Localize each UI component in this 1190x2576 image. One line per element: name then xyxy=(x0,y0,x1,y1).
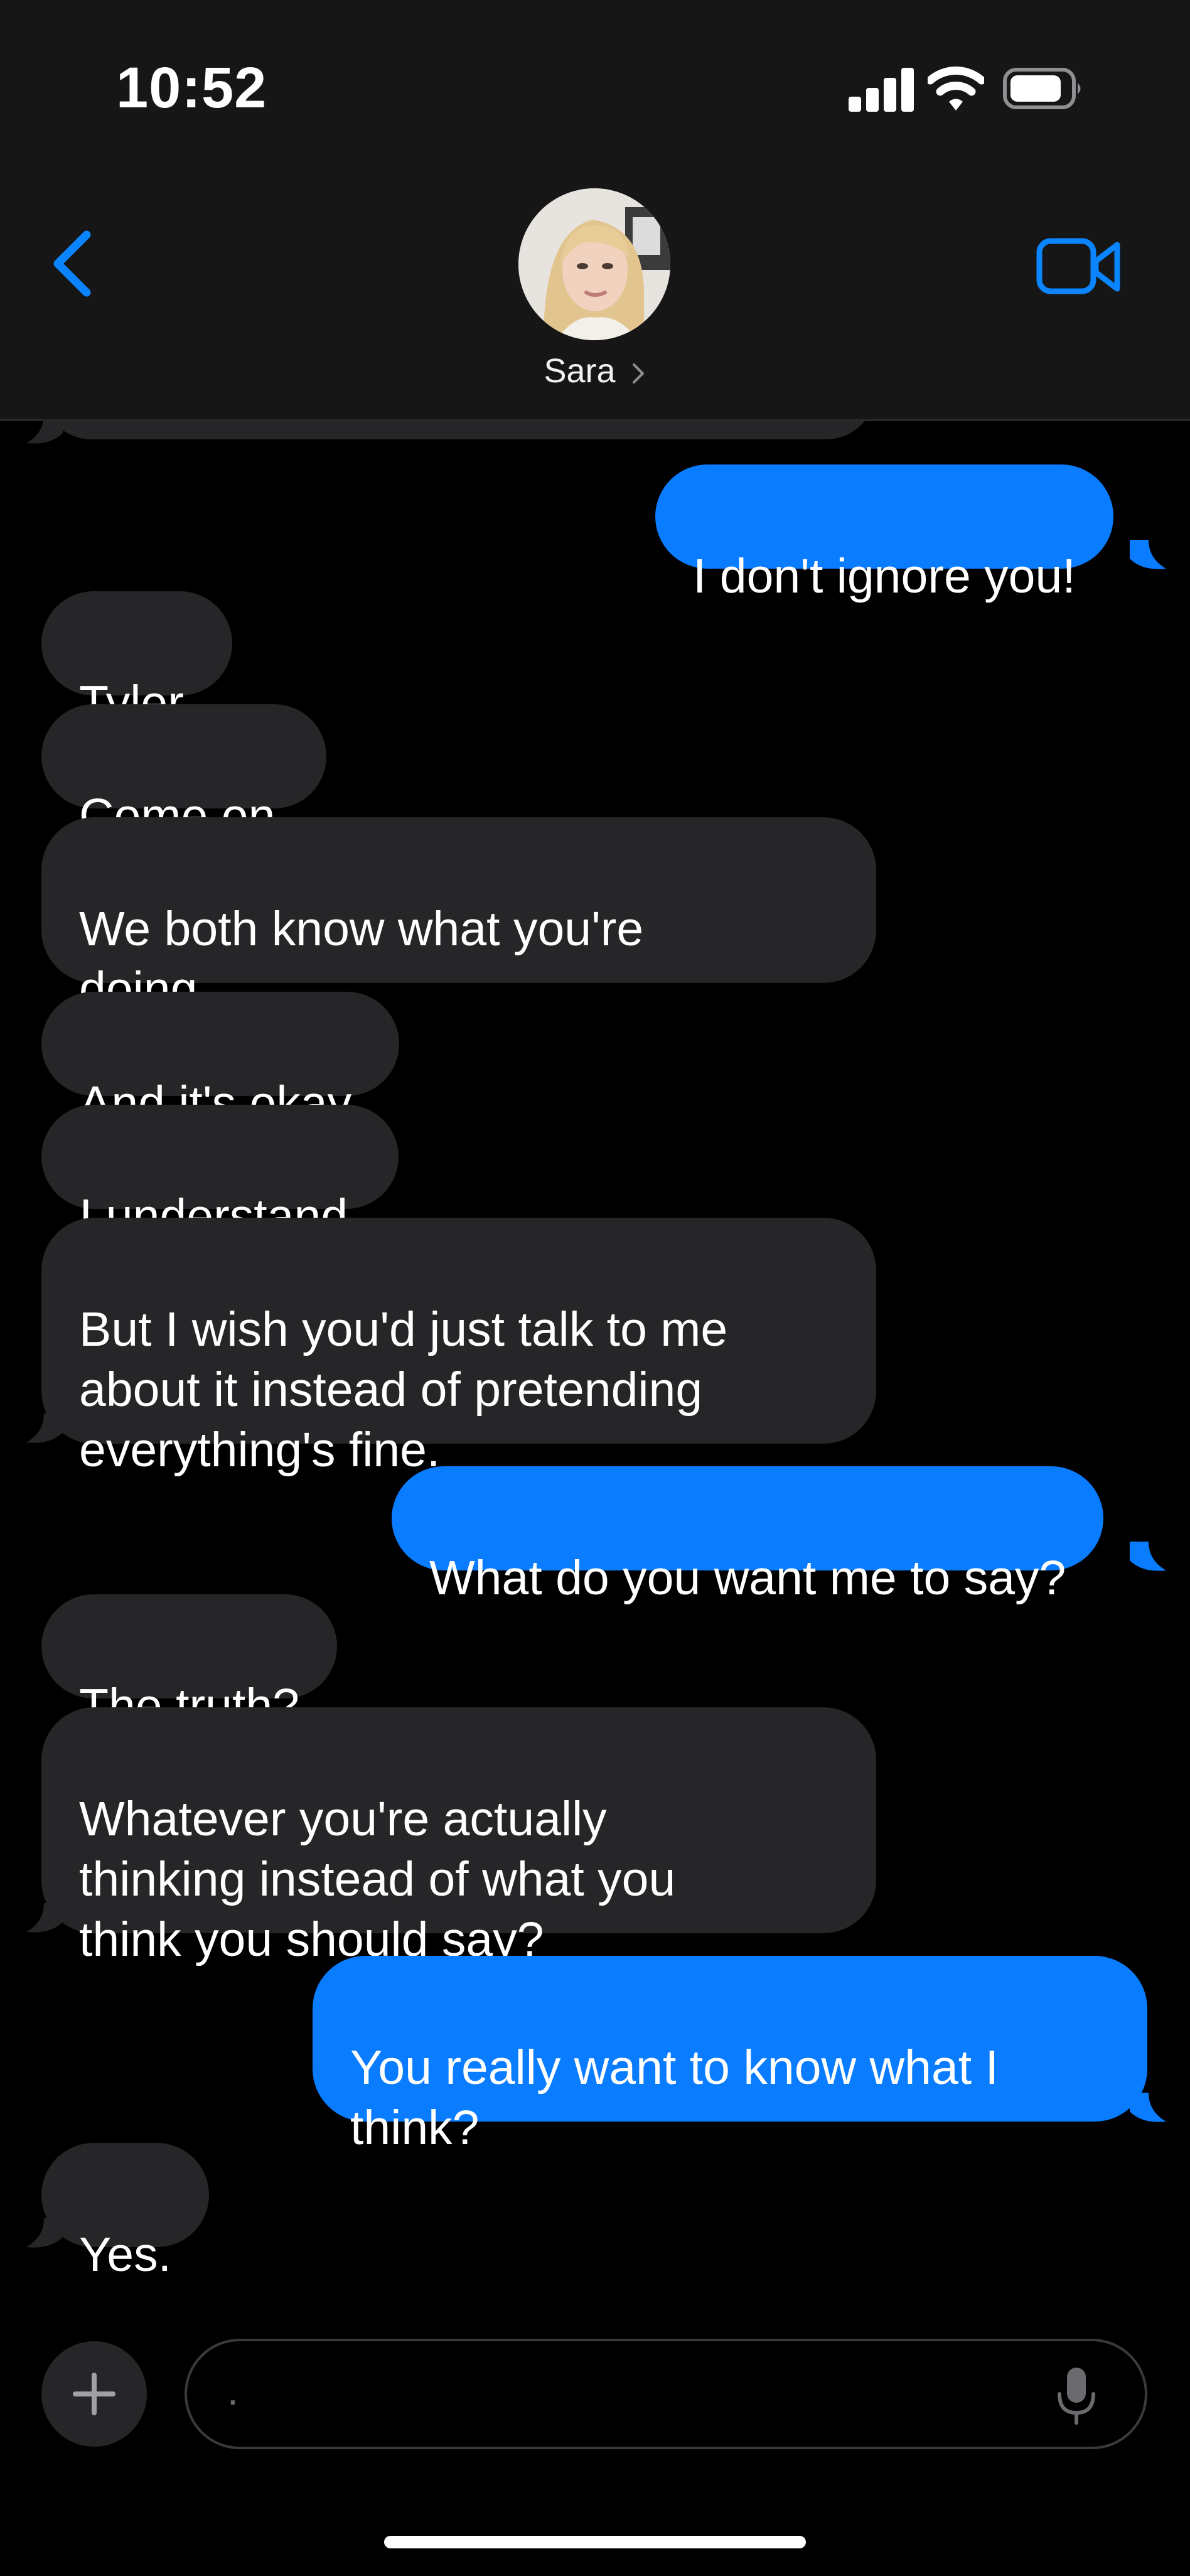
message-bubble-received[interactable]: Yes. xyxy=(41,2143,210,2282)
message-bubble-sent[interactable]: You really want to know what I think? xyxy=(313,1956,1147,2155)
cellular-signal-icon xyxy=(849,68,914,112)
bubble-tail xyxy=(1130,540,1166,569)
home-indicator[interactable] xyxy=(384,2536,806,2548)
message-bubble-sent[interactable]: I don't ignore you! xyxy=(655,464,1113,603)
message-bubble-received[interactable]: Whatever you're actually thinking instea… xyxy=(41,1707,876,1967)
microphone-icon[interactable] xyxy=(1054,2365,1098,2425)
bubble-tail xyxy=(26,1903,63,1933)
message-bubble-received[interactable]: We both know what you're doing. xyxy=(41,817,876,1016)
message-text: What do you want me to say? xyxy=(429,1551,1066,1605)
message-bubble-received[interactable]: But I wish you'd just talk to me about i… xyxy=(41,1218,876,1477)
bubble-tail xyxy=(1130,2093,1166,2122)
back-button[interactable] xyxy=(44,226,100,301)
video-call-button[interactable] xyxy=(1036,232,1123,301)
battery-icon xyxy=(1003,68,1081,109)
status-time: 10:52 xyxy=(116,56,267,120)
bubble-tail xyxy=(26,1414,63,1443)
message-bubble-received[interactable]: The truth? xyxy=(41,1594,337,1733)
message-text: I don't ignore you! xyxy=(693,549,1076,603)
contact-name: Sara xyxy=(544,352,616,390)
conversation-header: 10:52 Sara xyxy=(0,0,1190,421)
wifi-icon xyxy=(928,67,984,110)
plus-icon xyxy=(73,2373,115,2415)
contact-avatar[interactable] xyxy=(518,188,670,340)
bubble-tail xyxy=(26,2218,63,2248)
add-attachment-button[interactable] xyxy=(41,2341,147,2447)
message-input-placeholder: . xyxy=(227,2368,239,2413)
contact-name-button[interactable]: Sara xyxy=(0,352,1190,390)
message-bubble-received[interactable]: Tyler. xyxy=(41,591,233,730)
message-bubble-sent[interactable]: What do you want me to say? xyxy=(392,1466,1104,1605)
bubble-tail xyxy=(1130,1542,1166,1571)
message-text: Yes. xyxy=(79,2228,172,2282)
message-bubble-received[interactable]: Come on. xyxy=(41,704,326,843)
chevron-right-icon xyxy=(632,363,644,384)
message-bubble-received[interactable]: And it's okay. xyxy=(41,992,399,1130)
message-text: But I wish you'd just talk to me about i… xyxy=(79,1302,728,1477)
message-bubble-received[interactable]: I understand. xyxy=(41,1105,399,1243)
message-text: Whatever you're actually thinking instea… xyxy=(79,1792,676,1967)
message-text: You really want to know what I think? xyxy=(350,2041,999,2155)
message-input[interactable]: . xyxy=(185,2339,1147,2449)
